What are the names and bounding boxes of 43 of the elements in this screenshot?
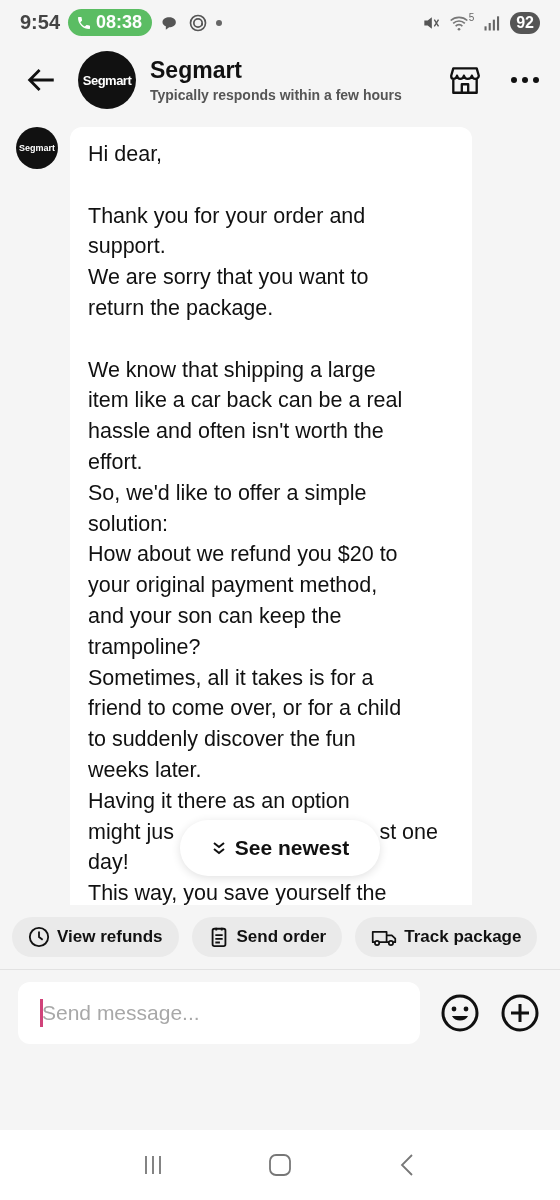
message-line: Sometimes, all it takes is for a — [88, 664, 374, 692]
message-line: solution: — [88, 510, 169, 538]
sender-avatar: Segmart — [16, 127, 58, 169]
add-icon[interactable] — [500, 993, 540, 1033]
message-input-field[interactable]: Send message... — [18, 982, 420, 1044]
see-newest-button[interactable]: See newest — [180, 820, 380, 876]
phone-icon — [76, 14, 93, 31]
quick-action-chip[interactable]: Track package — [355, 917, 538, 957]
message-line: support. — [88, 233, 166, 261]
clock-icon — [28, 926, 50, 948]
status-time: 9:54 — [20, 11, 61, 34]
message-line: friend to come over, or for a child — [88, 695, 402, 723]
response-time-text: Typically responds within a few hours — [150, 87, 403, 103]
message-line: trampoline? — [88, 633, 201, 661]
message-line: Hi dear, — [88, 141, 163, 168]
message-line: and your son can keep the — [88, 602, 342, 630]
home-icon[interactable] — [268, 1153, 292, 1177]
message-line: Having it there as an option — [88, 787, 350, 815]
message-line: day! — [88, 849, 129, 877]
battery-indicator: 92 — [510, 11, 540, 34]
quick-action-chip[interactable]: View refunds — [12, 917, 179, 957]
message-line: item like a car back can be a real — [88, 387, 403, 415]
shop-avatar[interactable]: Segmart — [78, 51, 136, 109]
message-line: So, we'd like to offer a simple — [88, 479, 367, 507]
message-line: We are sorry that you want to — [88, 264, 369, 292]
message-line: Thank you for your order and — [88, 202, 366, 230]
message-line: We know that shipping a large — [88, 356, 376, 384]
wifi-band-label: 5 — [468, 12, 475, 23]
more-options-icon[interactable] — [510, 76, 540, 84]
message-line: might jus — [88, 818, 175, 846]
shop-name: Segmart — [150, 57, 244, 84]
message-line: return the package. — [88, 295, 274, 322]
notification-dot-icon — [216, 19, 223, 26]
message-line: hassle and often isn't worth the — [88, 418, 384, 446]
message-line: st one — [379, 818, 438, 846]
quick-action-chip[interactable]: Send order — [191, 917, 343, 957]
message-line: your original payment method, — [88, 572, 378, 600]
message-line: How about we refund you $20 to — [88, 541, 398, 569]
message-line: This way, you save yourself the — [88, 880, 387, 905]
message-line: effort. — [88, 448, 143, 476]
emoji-icon[interactable] — [440, 993, 480, 1033]
message-line: to suddenly discover the fun — [88, 726, 356, 754]
message-line: weeks later. — [88, 756, 202, 784]
